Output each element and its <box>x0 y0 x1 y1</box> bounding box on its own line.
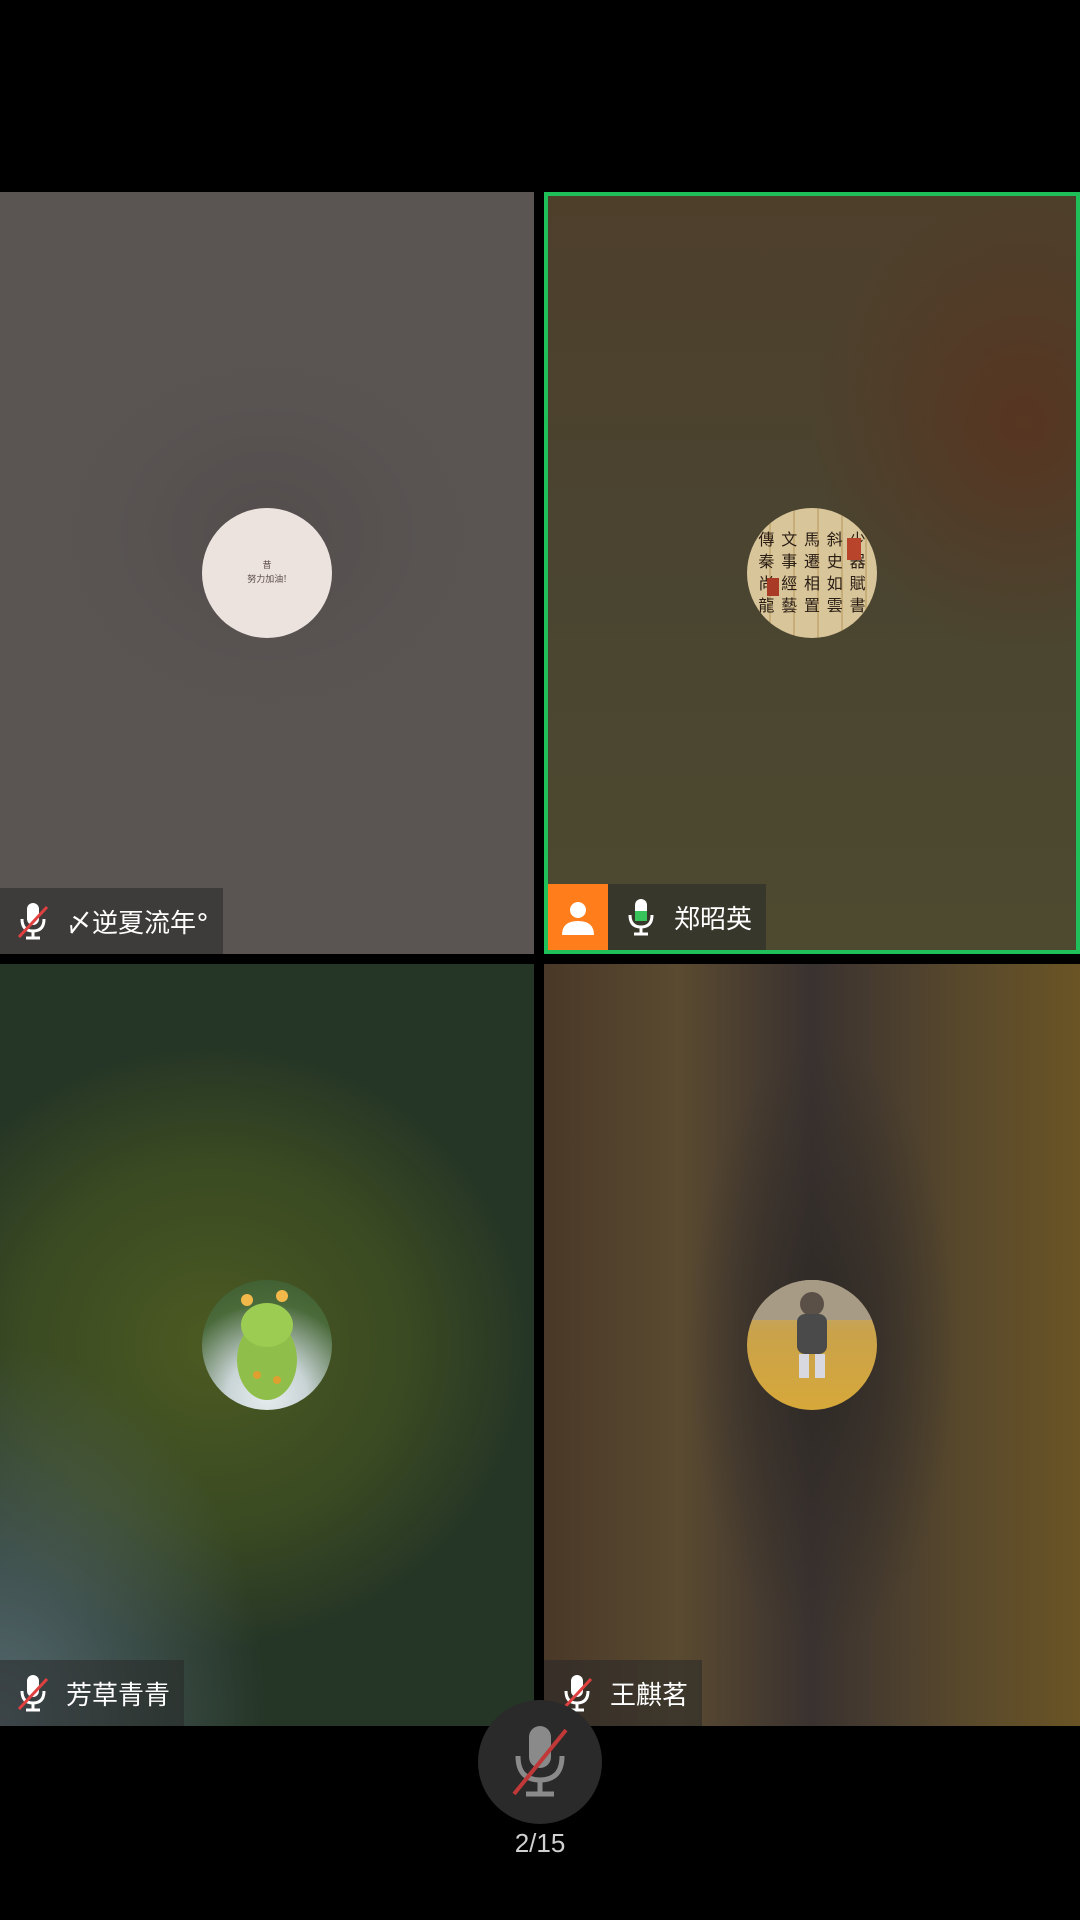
mic-active-icon <box>616 884 666 950</box>
child-photo <box>747 1280 877 1378</box>
mute-toggle-button[interactable] <box>478 1700 602 1824</box>
participant-tile[interactable]: 芳草青青 <box>0 964 534 1726</box>
participant-tile[interactable]: 昔 努力加油! 〆逆夏流年° <box>0 192 534 954</box>
participant-tile[interactable]: 王麒茗 <box>544 964 1080 1726</box>
participant-name: 王麒茗 <box>610 1680 689 1711</box>
host-user-icon <box>548 884 608 950</box>
mic-muted-icon <box>8 888 58 954</box>
green-toy-figure <box>237 1290 297 1400</box>
participant-label: 郑昭英 <box>548 884 767 950</box>
avatar: 傳 文 馬 斜 少 秦 事 遷 史 器 尚 經 相 如 賦 龍 藝 置 雲 書 <box>747 508 877 638</box>
participant-label: 〆逆夏流年° <box>0 888 224 954</box>
avatar-calligraphy: 傳 文 馬 斜 少 秦 事 遷 史 器 尚 經 相 如 賦 龍 藝 置 雲 書 <box>758 530 866 615</box>
page-indicator: 2/15 <box>514 1828 566 1858</box>
participant-tile-active[interactable]: 傳 文 馬 斜 少 秦 事 遷 史 器 尚 經 相 如 賦 龍 藝 置 雲 書 <box>544 192 1080 954</box>
avatar-note: 昔 努力加油! <box>247 561 287 585</box>
mic-muted-icon <box>8 1660 58 1726</box>
mic-muted-icon <box>512 1726 568 1797</box>
seal-mark <box>767 578 779 596</box>
participant-name: 〆逆夏流年° <box>66 908 210 939</box>
avatar <box>202 1280 332 1410</box>
avatar <box>747 1280 877 1410</box>
participant-name: 芳草青青 <box>66 1680 171 1711</box>
participant-name: 郑昭英 <box>674 904 753 935</box>
video-call-screen: 昔 努力加油! 〆逆夏流年° 傳 文 馬 斜 秦 事 遷 史 器 經 相 如 賦… <box>0 0 1080 1920</box>
seal-mark <box>847 538 861 560</box>
participant-label: 芳草青青 <box>0 1660 185 1726</box>
avatar: 昔 努力加油! <box>202 508 332 638</box>
